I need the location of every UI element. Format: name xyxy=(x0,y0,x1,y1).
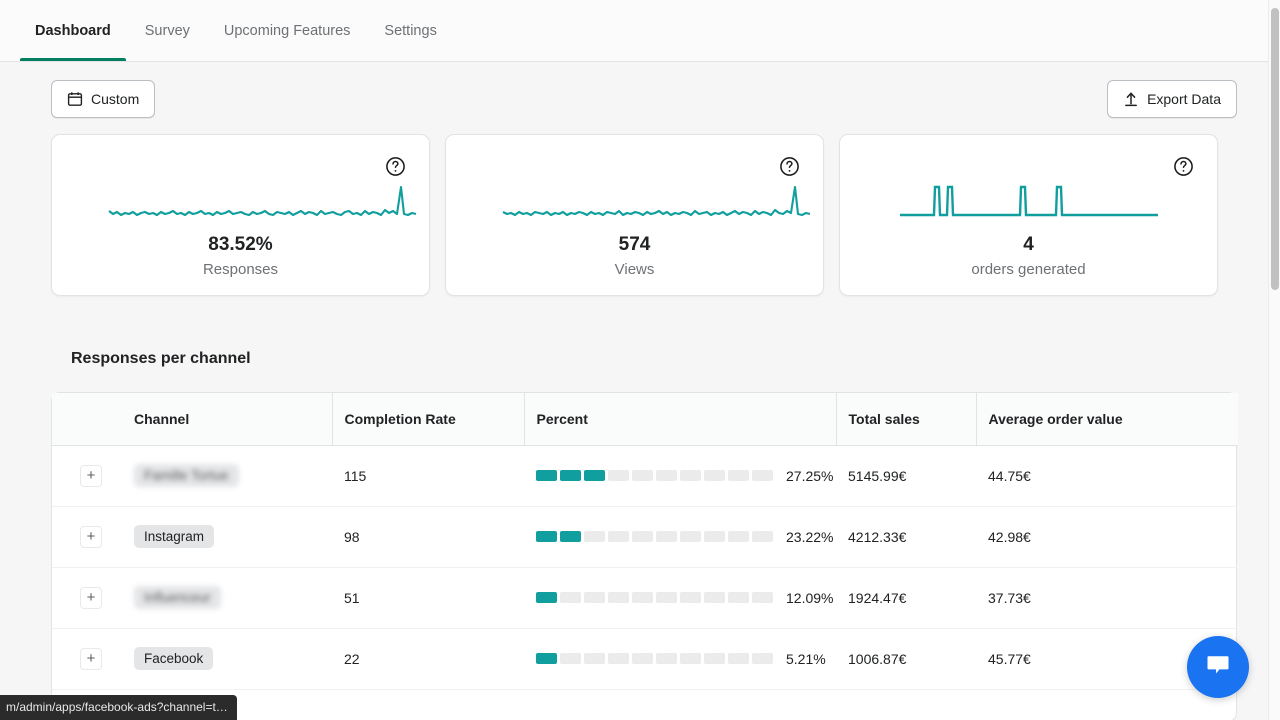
completion-rate-cell: 22 xyxy=(332,628,524,690)
channel-chip: Facebook xyxy=(134,647,214,670)
total-sales-cell: 4212.33€ xyxy=(836,506,976,568)
toolbar: Custom Export Data xyxy=(0,80,1268,120)
channel-chip: Famille Tortue xyxy=(134,464,239,487)
table-row: + Influenceur 51 12.09% 1924.47€ 37.73€ xyxy=(52,567,1238,629)
column-header-average-order-value: Average order value xyxy=(975,393,1238,446)
metric-card-responses: 83.52% Responses xyxy=(51,134,430,296)
tab-survey[interactable]: Survey xyxy=(128,0,207,61)
table-header-row: Channel Completion Rate Percent Total sa… xyxy=(52,393,1238,446)
responses-per-channel-panel: Channel Completion Rate Percent Total sa… xyxy=(51,392,1238,720)
calendar-icon xyxy=(67,91,83,107)
tab-upcoming-features-label: Upcoming Features xyxy=(223,22,351,39)
expand-cell: + xyxy=(52,628,122,690)
expand-cell: + xyxy=(52,567,122,629)
percent-segment-bar xyxy=(536,653,773,664)
expand-cell: + xyxy=(52,506,122,568)
tab-dashboard-label: Dashboard xyxy=(35,22,111,39)
tab-dashboard[interactable]: Dashboard xyxy=(18,0,128,61)
sparkline-responses xyxy=(108,185,417,217)
table-header: Channel Completion Rate Percent Total sa… xyxy=(52,393,1238,446)
browser-status-bar-url: m/admin/apps/facebook-ads?channel=t… xyxy=(0,695,237,720)
metric-card-views: 574 Views xyxy=(445,134,824,296)
tab-survey-label: Survey xyxy=(144,22,190,39)
table-row: + Facebook 22 5.21% 1006.87€ 45.77€ xyxy=(52,628,1238,690)
tab-bar: Dashboard Survey Upcoming Features Setti… xyxy=(0,0,1268,62)
completion-rate-cell: 51 xyxy=(332,567,524,629)
tab-settings[interactable]: Settings xyxy=(367,0,453,61)
sparkline-orders xyxy=(900,185,1158,217)
total-sales-cell: 1924.47€ xyxy=(836,567,976,629)
percent-value: 5.21% xyxy=(786,650,826,667)
section-title-responses-per-channel: Responses per channel xyxy=(71,350,251,367)
table-row: + Famille Tortue 115 27.25% 5145.99€ 44.… xyxy=(52,445,1238,507)
expand-cell: + xyxy=(52,445,122,507)
metric-value-orders: 4 xyxy=(1023,234,1034,255)
percent-cell: 23.22% xyxy=(524,506,836,568)
percent-segment-bar xyxy=(536,592,773,603)
sparkline-views xyxy=(502,185,811,217)
column-header-percent: Percent xyxy=(523,393,836,446)
percent-value: 23.22% xyxy=(786,528,834,545)
average-order-value-cell: 44.75€ xyxy=(976,445,1238,507)
average-order-value-cell: 42.98€ xyxy=(976,506,1238,568)
responses-table: Channel Completion Rate Percent Total sa… xyxy=(52,393,1238,690)
percent-segment-bar xyxy=(536,470,773,481)
page-scrollbar-thumb[interactable] xyxy=(1271,8,1279,290)
percent-cell: 5.21% xyxy=(524,628,836,690)
column-header-expand xyxy=(52,393,122,446)
metric-label-orders: orders generated xyxy=(971,261,1086,278)
completion-rate-cell: 98 xyxy=(332,506,524,568)
tab-settings-label: Settings xyxy=(384,22,437,39)
channel-cell: Instagram xyxy=(122,506,332,568)
column-header-completion-rate: Completion Rate xyxy=(331,393,524,446)
table-row: + Instagram 98 23.22% 4212.33€ 42.98€ xyxy=(52,506,1238,568)
table-body: + Famille Tortue 115 27.25% 5145.99€ 44.… xyxy=(52,445,1238,690)
average-order-value-cell: 37.73€ xyxy=(976,567,1238,629)
channel-chip: Instagram xyxy=(134,525,215,548)
metric-card-orders: 4 orders generated xyxy=(839,134,1218,296)
expand-row-button[interactable]: + xyxy=(80,525,102,548)
total-sales-cell: 5145.99€ xyxy=(836,445,976,507)
expand-row-button[interactable]: + xyxy=(80,647,102,670)
metric-value-responses: 83.52% xyxy=(208,234,273,255)
channel-cell: Famille Tortue xyxy=(122,445,332,507)
completion-rate-cell: 115 xyxy=(332,445,524,507)
channel-cell: Facebook xyxy=(122,628,332,690)
export-data-label: Export Data xyxy=(1147,91,1221,107)
column-header-total-sales: Total sales xyxy=(835,393,976,446)
app-root: Dashboard Survey Upcoming Features Setti… xyxy=(0,0,1280,720)
metric-value-views: 574 xyxy=(618,234,651,255)
metric-label-views: Views xyxy=(614,261,655,278)
date-range-button[interactable]: Custom xyxy=(51,80,156,118)
total-sales-cell: 1006.87€ xyxy=(836,628,976,690)
tab-upcoming-features[interactable]: Upcoming Features xyxy=(207,0,368,61)
upload-icon xyxy=(1123,91,1139,107)
channel-chip: Influenceur xyxy=(134,586,221,609)
percent-cell: 12.09% xyxy=(524,567,836,629)
expand-row-button[interactable]: + xyxy=(80,464,102,487)
date-range-label: Custom xyxy=(91,91,140,107)
percent-segment-bar xyxy=(536,531,773,542)
expand-row-button[interactable]: + xyxy=(80,586,102,609)
metric-cards: 83.52% Responses 574 Views 4 orders gene… xyxy=(51,134,1218,296)
percent-cell: 27.25% xyxy=(524,445,836,507)
chat-bubble-icon xyxy=(1203,650,1233,685)
channel-cell: Influenceur xyxy=(122,567,332,629)
percent-value: 27.25% xyxy=(786,467,834,484)
column-header-channel: Channel xyxy=(122,393,332,446)
page-scrollbar[interactable] xyxy=(1268,0,1280,720)
chat-widget-button[interactable] xyxy=(1187,636,1249,698)
export-data-button[interactable]: Export Data xyxy=(1107,80,1237,118)
metric-label-responses: Responses xyxy=(202,261,279,278)
percent-value: 12.09% xyxy=(786,589,834,606)
